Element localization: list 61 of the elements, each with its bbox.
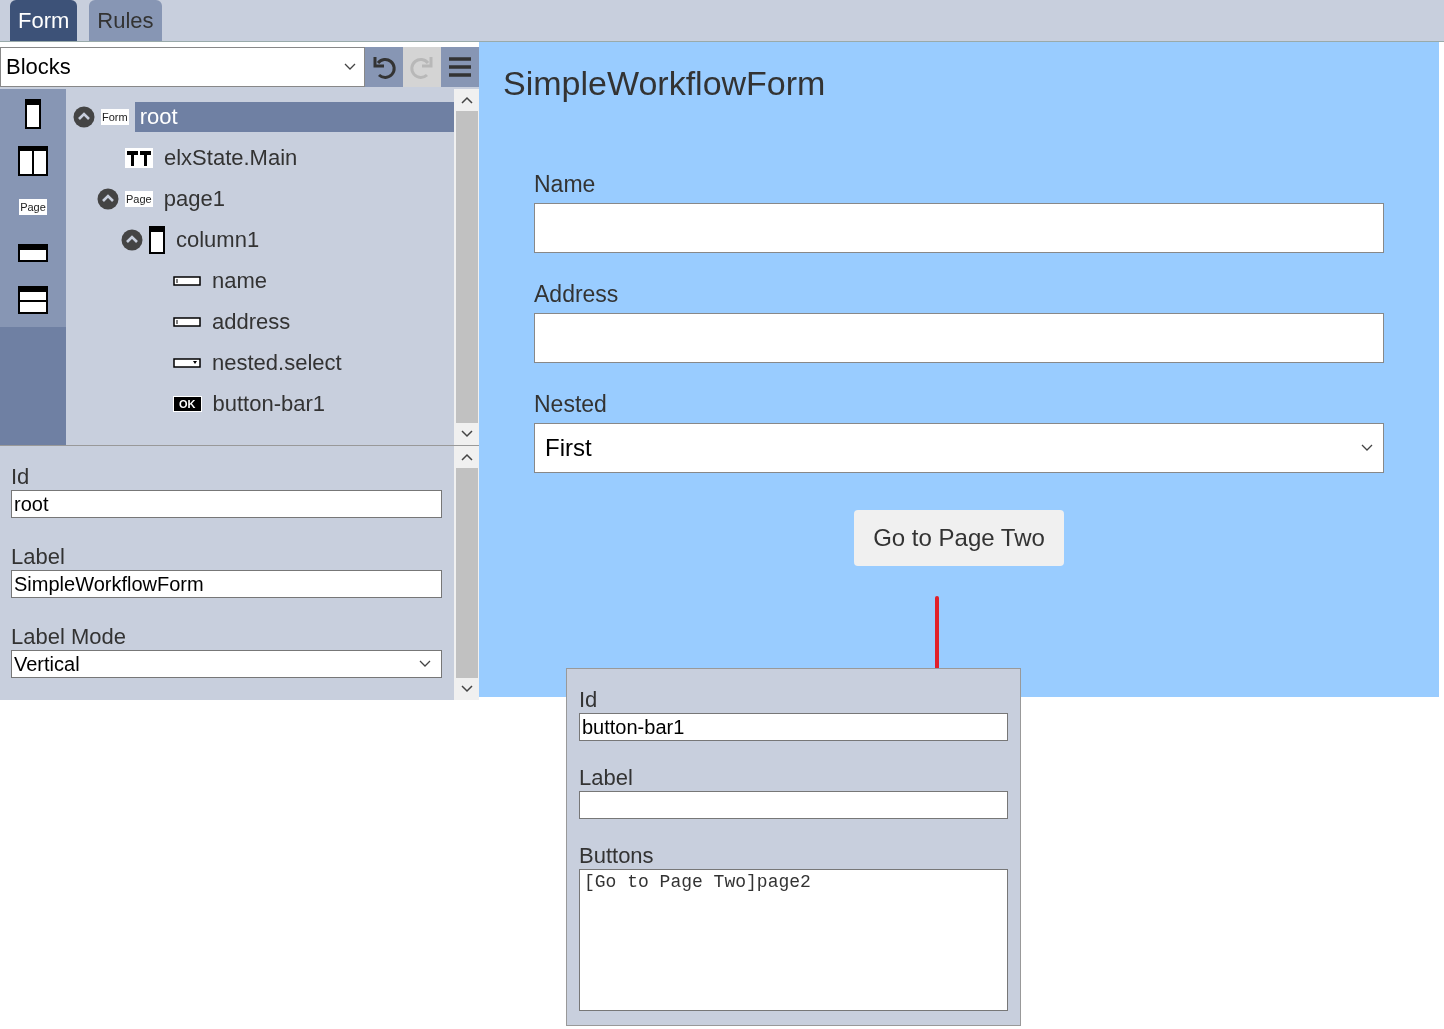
- tree-item[interactable]: address: [207, 306, 296, 337]
- input-field[interactable]: [534, 203, 1384, 253]
- text-input-icon: [173, 275, 201, 286]
- field-label: Label Mode: [11, 624, 127, 650]
- tree-item[interactable]: root: [134, 101, 454, 132]
- field-label: Nested: [534, 391, 608, 417]
- button-icon: OK: [173, 395, 202, 412]
- tab[interactable]: Form: [10, 0, 78, 41]
- input-field[interactable]: [579, 791, 1008, 819]
- panel-icon[interactable]: [18, 285, 48, 314]
- redo-icon: [409, 54, 435, 80]
- scrollbar[interactable]: [454, 89, 479, 445]
- dropdown-caret-icon: [1361, 444, 1373, 452]
- tree-item[interactable]: elxState.Main: [159, 142, 303, 173]
- form-icon: Form: [101, 108, 129, 125]
- input-field[interactable]: [534, 313, 1384, 363]
- field-label: Id: [11, 464, 31, 490]
- field-label: Id: [579, 687, 599, 713]
- select-input-icon: [173, 357, 201, 368]
- collapse-icon[interactable]: [121, 228, 143, 251]
- tab[interactable]: Rules: [89, 0, 162, 41]
- menu-icon: [449, 57, 471, 77]
- undo-button[interactable]: [365, 47, 403, 87]
- blocks-dropdown[interactable]: Blocks: [0, 47, 365, 87]
- go-to-page-button[interactable]: Go to Page Two: [854, 510, 1064, 566]
- scrollbar[interactable]: [454, 446, 479, 700]
- tree-item[interactable]: nested.select: [207, 347, 347, 378]
- page-icon: Page: [125, 190, 153, 207]
- field-icon[interactable]: [18, 244, 48, 263]
- dropdown-caret-icon: [344, 63, 356, 71]
- collapse-icon[interactable]: [73, 105, 95, 128]
- two-columns-icon[interactable]: [18, 145, 48, 176]
- collapse-icon[interactable]: [97, 187, 119, 210]
- scroll-up-icon[interactable]: [460, 452, 473, 462]
- field-label: Address: [534, 281, 620, 307]
- scroll-down-icon[interactable]: [460, 684, 473, 694]
- tree-item[interactable]: name: [207, 265, 273, 296]
- page-icon[interactable]: Page: [19, 199, 47, 215]
- select-field[interactable]: First: [534, 423, 1384, 473]
- input-field[interactable]: button-bar1: [579, 713, 1008, 741]
- field-label: Buttons: [579, 843, 655, 869]
- field-label: Label: [11, 544, 66, 570]
- select-field[interactable]: Vertical: [11, 650, 442, 678]
- field-label: Label: [579, 765, 634, 791]
- field-label: Name: [534, 171, 597, 197]
- input-field[interactable]: SimpleWorkflowForm: [11, 570, 442, 598]
- undo-icon: [371, 54, 397, 80]
- input-field[interactable]: root: [11, 490, 442, 518]
- dropdown-caret-icon: [419, 660, 431, 668]
- text-icon: [125, 147, 153, 168]
- tree-item[interactable]: button-bar1: [207, 388, 331, 419]
- form-title: SimpleWorkflowForm: [503, 64, 827, 103]
- scroll-up-icon[interactable]: [460, 95, 473, 105]
- tree-item[interactable]: page1: [158, 183, 230, 214]
- scroll-down-icon[interactable]: [460, 429, 473, 439]
- text-area[interactable]: [Go to Page Two]page2: [579, 869, 1008, 1011]
- text-input-icon: [173, 316, 201, 327]
- column-icon: [149, 225, 165, 254]
- tree-item[interactable]: column1: [171, 224, 265, 255]
- menu-button[interactable]: [441, 47, 479, 87]
- column-icon[interactable]: [25, 99, 41, 130]
